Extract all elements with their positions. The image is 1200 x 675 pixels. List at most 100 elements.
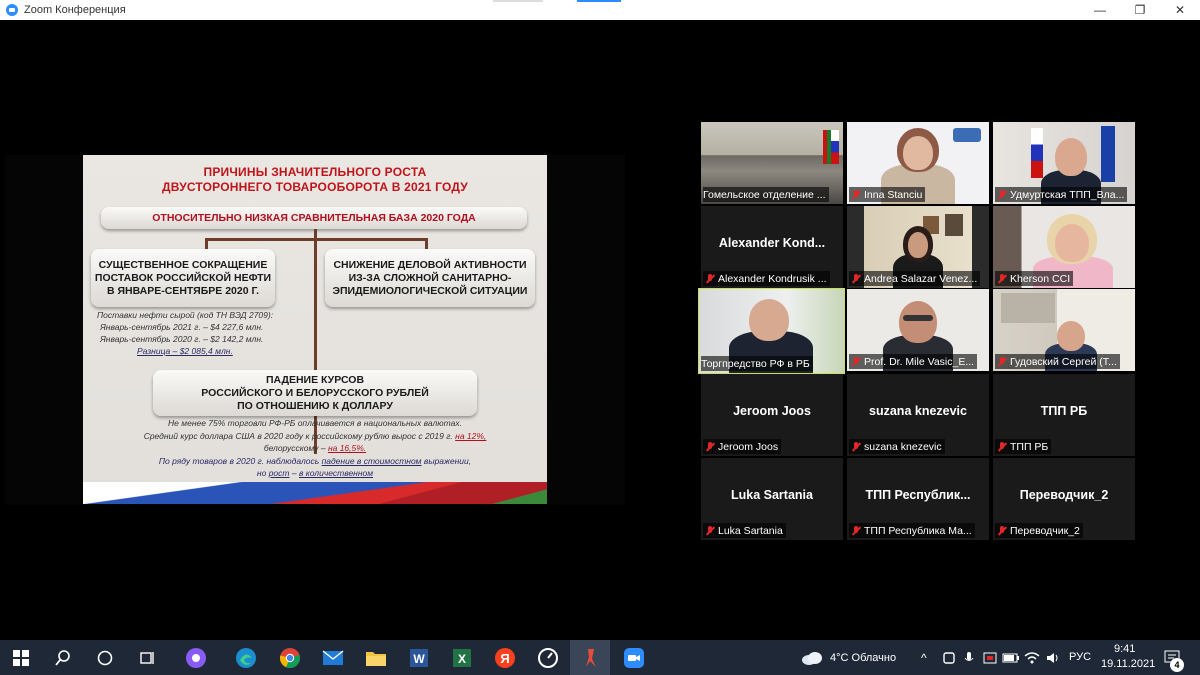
oil-note-line2: Январь-сентябрь 2021 г. – $4 227,6 млн.	[100, 322, 264, 332]
person-head	[1057, 321, 1085, 351]
logo-icon	[953, 128, 981, 142]
slide-title-line2: ДВУСТОРОННЕГО ТОВАРООБОРОТА В 2021 ГОДУ	[162, 180, 468, 194]
fx-line4: По ряду товаров в 2020 г. наблюдалось па…	[83, 456, 547, 467]
participant-tile-alexander[interactable]: Alexander Kond... Alexander Kondrusik ..…	[701, 206, 843, 288]
file-explorer-icon[interactable]	[364, 646, 388, 670]
participant-label: Prof. Dr. Mile Vasic_E...	[849, 354, 978, 369]
picture-frame	[945, 214, 963, 236]
minimize-button[interactable]: —	[1080, 0, 1120, 20]
weather-text[interactable]: 4°C Облачно	[830, 652, 896, 664]
svg-text:Я: Я	[500, 651, 509, 666]
yandex-browser-icon[interactable]: Я	[493, 646, 517, 670]
participant-tile-torgpredstvo[interactable]: Торгпредство РФ в РБ	[698, 288, 845, 374]
flag-icon	[1101, 126, 1115, 182]
word-icon[interactable]: W	[407, 646, 431, 670]
participant-display-name: ТПП РБ	[1040, 404, 1088, 418]
participant-label: Kherson CCI	[995, 271, 1074, 286]
fx-line5: но рост – в количественном	[83, 468, 547, 479]
alice-icon[interactable]	[184, 646, 208, 670]
participant-name: ТПП РБ	[1010, 440, 1049, 453]
edge-icon[interactable]	[234, 646, 258, 670]
participant-tile-tpp-rb[interactable]: ТПП РБ ТПП РБ	[993, 374, 1135, 456]
fx-line5-text: но	[256, 468, 269, 478]
ruble-box-line2: РОССИЙСКОГО И БЕЛОРУССКОГО РУБЛЕЙ	[201, 386, 429, 399]
muted-mic-icon	[850, 525, 862, 537]
task-view-icon[interactable]	[135, 646, 159, 670]
titlebar-separator	[493, 0, 543, 2]
svg-text:X: X	[458, 652, 466, 666]
fx-line1: Не менее 75% торговли РФ-РБ оплачивается…	[168, 418, 462, 428]
close-button[interactable]: ✕	[1160, 0, 1200, 20]
participant-tile-kherson[interactable]: Kherson CCI	[993, 206, 1135, 288]
participant-name: Гудовский Сергей (Т...	[1010, 355, 1117, 368]
speedometer-app-icon[interactable]	[536, 646, 560, 670]
participant-tile-luka[interactable]: Luka Sartania Luka Sartania	[701, 458, 843, 540]
zoom-taskbar-icon[interactable]	[622, 646, 646, 670]
participant-name: Prof. Dr. Mile Vasic_E...	[864, 355, 975, 368]
cortana-icon[interactable]	[93, 646, 117, 670]
zoom-app-icon	[6, 4, 18, 16]
participant-label: Удмуртская ТПП_Вла...	[995, 187, 1128, 202]
window-titlebar: Zoom Конференция — ❐ ✕	[0, 0, 1200, 20]
activity-box-line1: СНИЖЕНИЕ ДЕЛОВОЙ АКТИВНОСТИ	[333, 258, 527, 271]
muted-mic-icon	[996, 189, 1008, 201]
fx-line5-dash: –	[289, 468, 299, 478]
participant-tile-andrea[interactable]: Andrea Salazar Venez...	[847, 206, 989, 288]
muted-mic-icon	[996, 441, 1008, 453]
participant-display-name: ТПП Республик...	[865, 488, 971, 502]
fx-line3-text: белорусскому –	[263, 443, 328, 453]
fx-line3: белорусскому – на 16,5%.	[83, 443, 547, 454]
chrome-icon[interactable]	[278, 646, 302, 670]
speaker-icon[interactable]	[1041, 646, 1065, 670]
participant-tile-translator[interactable]: Переводчик_2 Переводчик_2	[993, 458, 1135, 540]
fx-line4-underlined: падение в стоимостном	[321, 456, 422, 466]
participant-tile-gudovsky[interactable]: Гудовский Сергей (Т...	[993, 289, 1135, 371]
excel-icon[interactable]: X	[450, 646, 474, 670]
participant-label: Торгпредство РФ в РБ	[701, 356, 813, 371]
clock-time[interactable]: 9:41	[1114, 643, 1135, 655]
participant-tile-inna-stanciu[interactable]: Inna Stanciu	[847, 122, 989, 204]
participant-label: Jeroom Joos	[703, 439, 782, 454]
participant-tile-gomel[interactable]: Гомельское отделение ...	[701, 122, 843, 204]
oil-box-line3: В ЯНВАРЕ-СЕНТЯБРЕ 2020 Г.	[106, 284, 260, 297]
tray-chevron-up-icon[interactable]: ^	[921, 651, 927, 665]
pinned-app-icon[interactable]	[579, 646, 603, 670]
activity-decline-box: СНИЖЕНИЕ ДЕЛОВОЙ АКТИВНОСТИ ИЗ-ЗА СЛОЖНО…	[325, 249, 535, 307]
notification-count-badge: 4	[1170, 658, 1184, 672]
titlebar-active-indicator	[577, 0, 621, 2]
tree-branch	[205, 238, 427, 241]
participant-label: Alexander Kondrusik ...	[703, 271, 830, 286]
muted-mic-icon	[704, 525, 716, 537]
participant-tile-suzana[interactable]: suzana knezevic suzana knezevic	[847, 374, 989, 456]
muted-mic-icon	[996, 356, 1008, 368]
muted-mic-icon	[996, 525, 1008, 537]
fx-line2-text: Средний курс доллара США в 2020 году к р…	[143, 431, 456, 441]
flag-icon	[831, 130, 839, 164]
participant-label: Inna Stanciu	[849, 187, 926, 202]
participant-tile-udmurt[interactable]: Удмуртская ТПП_Вла...	[993, 122, 1135, 204]
participant-label: Гомельское отделение ...	[703, 187, 829, 202]
muted-mic-icon	[704, 273, 716, 285]
weather-cloud-icon[interactable]	[800, 646, 824, 670]
participant-tile-tpp-republic[interactable]: ТПП Республик... ТПП Республика Ма...	[847, 458, 989, 540]
oil-box-line1: СУЩЕСТВЕННОЕ СОКРАЩЕНИЕ	[98, 258, 268, 271]
participant-tile-mile-vasic[interactable]: Prof. Dr. Mile Vasic_E...	[847, 289, 989, 371]
maximize-button[interactable]: ❐	[1120, 0, 1160, 20]
participant-tile-jeroom[interactable]: Jeroom Joos Jeroom Joos	[701, 374, 843, 456]
windows-taskbar: W X Я 4°C Облачно ^ РУС 9:41 19.11.2021 …	[0, 640, 1200, 675]
glasses	[903, 315, 933, 321]
windows-start-icon[interactable]	[9, 646, 33, 670]
search-icon[interactable]	[51, 646, 75, 670]
ruble-box-line3: ПО ОТНОШЕНИЮ К ДОЛЛАРУ	[237, 399, 393, 412]
ruble-fall-box: ПАДЕНИЕ КУРСОВ РОССИЙСКОГО И БЕЛОРУССКОГ…	[153, 370, 477, 416]
clock-date[interactable]: 19.11.2021	[1101, 658, 1155, 670]
participant-name: Удмуртская ТПП_Вла...	[1010, 188, 1125, 201]
participant-label: suzana knezevic	[849, 439, 945, 454]
language-indicator[interactable]: РУС	[1069, 651, 1091, 663]
mail-icon[interactable]	[321, 646, 345, 670]
participant-label: Luka Sartania	[703, 523, 786, 538]
shared-slide: ПРИЧИНЫ ЗНАЧИТЕЛЬНОГО РОСТА ДВУСТОРОННЕГ…	[83, 155, 547, 504]
participant-label: ТПП Республика Ма...	[849, 523, 975, 538]
person-face	[908, 232, 928, 258]
person-head	[899, 301, 937, 343]
